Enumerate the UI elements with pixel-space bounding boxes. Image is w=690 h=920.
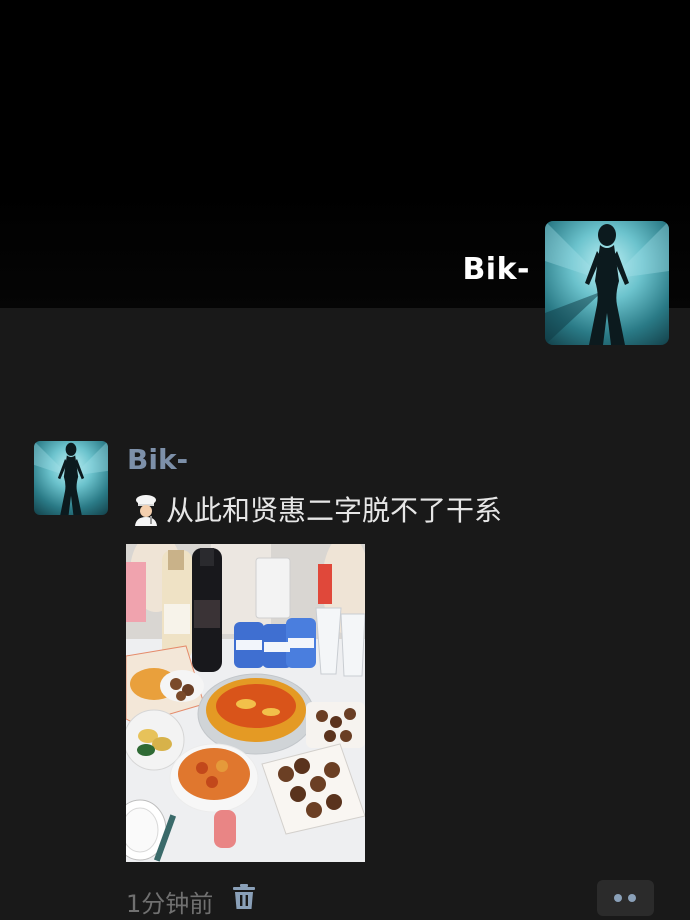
post-time: 1分钟前 xyxy=(126,890,214,918)
chef-emoji-icon xyxy=(135,495,157,526)
cover-username[interactable]: Bik- xyxy=(462,252,530,287)
more-dots-icon xyxy=(614,894,622,902)
food-table-photo-icon xyxy=(126,544,365,862)
post-photo[interactable] xyxy=(126,544,365,862)
more-dots-icon xyxy=(628,894,636,902)
post-text: 从此和贤惠二字脱不了干系 xyxy=(130,489,502,529)
profile-avatar-icon xyxy=(34,441,108,515)
profile-avatar-icon xyxy=(545,221,669,345)
more-button[interactable] xyxy=(597,880,654,916)
post-text-content: 从此和贤惠二字脱不了干系 xyxy=(166,494,503,527)
post-avatar[interactable] xyxy=(34,441,108,515)
trash-icon[interactable] xyxy=(232,884,256,910)
cover-avatar[interactable] xyxy=(545,221,669,345)
post-author-name[interactable]: Bik- xyxy=(127,443,188,476)
